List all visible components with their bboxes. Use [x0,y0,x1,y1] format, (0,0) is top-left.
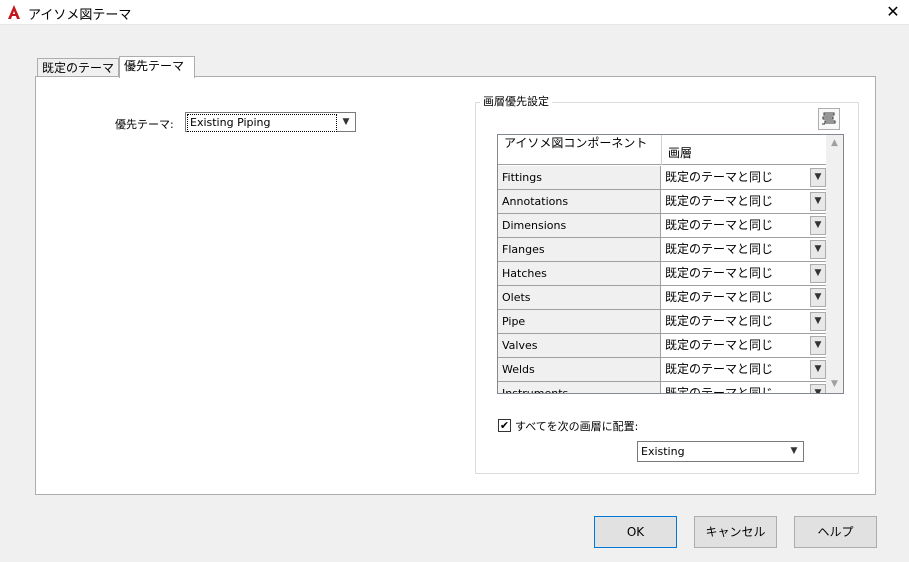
table-rows: Fittings 既定のテーマと同じ ▼ Annotations 既定のテーマと同… [498,166,828,394]
row-layer-value: 既定のテーマと同じ [665,338,774,352]
table-row: Dimensions 既定のテーマと同じ ▼ [498,214,828,238]
row-layer-value: 既定のテーマと同じ [665,194,774,208]
layer-override-group-title: 画層優先設定 [480,93,552,109]
close-button[interactable]: ✕ [877,0,909,25]
table-row: Annotations 既定のテーマと同じ ▼ [498,190,828,214]
override-theme-value: Existing Piping [187,114,337,132]
chevron-down-icon: ▼ [342,117,350,127]
place-all-layer-select[interactable]: Existing ▼ [637,441,804,462]
table-row: Welds 既定のテーマと同じ ▼ [498,358,828,382]
column-header-layer[interactable]: 画層 [668,144,692,161]
chevron-down-icon: ▼ [790,446,798,456]
help-button[interactable]: ヘルプ [794,516,877,548]
override-theme-label: 優先テーマ: [115,118,174,131]
ok-button[interactable]: OK [594,516,677,548]
row-layer-select[interactable]: 既定のテーマと同じ ▼ [662,334,828,357]
row-component: Dimensions [498,214,661,237]
row-layer-select[interactable]: 既定のテーマと同じ ▼ [662,214,828,237]
row-layer-value: 既定のテーマと同じ [665,266,774,280]
chevron-down-icon[interactable]: ▼ [810,216,826,235]
row-layer-select[interactable]: 既定のテーマと同じ ▼ [662,310,828,333]
tab-panel: 優先テーマ: Existing Piping ▼ 画層優先設定 アイソメ図コンポ… [35,76,876,495]
tab-override-theme[interactable]: 優先テーマ [119,56,195,78]
chevron-down-icon[interactable]: ▼ [810,240,826,259]
table-row: Pipe 既定のテーマと同じ ▼ [498,310,828,334]
row-layer-select[interactable]: 既定のテーマと同じ ▼ [662,286,828,309]
row-component: Olets [498,286,661,309]
row-component: Valves [498,334,661,357]
table-row: Olets 既定のテーマと同じ ▼ [498,286,828,310]
row-component: Instruments [498,382,661,393]
layer-override-table: アイソメ図コンポーネント 画層 Fittings 既定のテーマと同じ ▼ Anno… [497,134,844,394]
table-header: アイソメ図コンポーネント 画層 [498,135,828,165]
autocad-logo-icon [8,5,20,19]
table-row: Hatches 既定のテーマと同じ ▼ [498,262,828,286]
table-row: Instruments 既定のテーマと同じ ▼ [498,382,828,394]
place-all-label: すべてを次の画層に配置: [515,420,639,433]
override-theme-select[interactable]: Existing Piping ▼ [185,112,356,132]
row-layer-value: 既定のテーマと同じ [665,170,774,184]
scroll-down-icon[interactable]: ▼ [826,376,843,393]
place-all-layer-value: Existing [641,445,685,458]
row-layer-select[interactable]: 既定のテーマと同じ ▼ [662,262,828,285]
chevron-down-icon[interactable]: ▼ [810,192,826,211]
chevron-down-icon[interactable]: ▼ [810,264,826,283]
chevron-down-icon[interactable]: ▼ [810,384,826,393]
row-component: Flanges [498,238,661,261]
layer-stack-icon [822,112,836,125]
row-layer-value: 既定のテーマと同じ [665,218,774,232]
row-layer-value: 既定のテーマと同じ [665,386,774,394]
row-layer-select[interactable]: 既定のテーマと同じ ▼ [662,358,828,381]
row-layer-value: 既定のテーマと同じ [665,314,774,328]
row-layer-select[interactable]: 既定のテーマと同じ ▼ [662,382,828,394]
column-header-component[interactable]: アイソメ図コンポーネント [504,137,659,150]
chevron-down-icon[interactable]: ▼ [810,312,826,331]
cancel-button[interactable]: キャンセル [694,516,777,548]
row-layer-value: 既定のテーマと同じ [665,290,774,304]
chevron-down-icon[interactable]: ▼ [810,288,826,307]
title-bar: アイソメ図テーマ ✕ [0,0,909,25]
row-component: Welds [498,358,661,381]
row-layer-value: 既定のテーマと同じ [665,242,774,256]
chevron-down-icon[interactable]: ▼ [810,336,826,355]
row-component: Hatches [498,262,661,285]
row-component: Annotations [498,190,661,213]
row-component: Fittings [498,166,661,189]
chevron-down-icon[interactable]: ▼ [810,360,826,379]
layer-properties-button[interactable] [818,108,840,130]
table-row: Fittings 既定のテーマと同じ ▼ [498,166,828,190]
scroll-up-icon[interactable]: ▲ [826,135,843,152]
row-layer-select[interactable]: 既定のテーマと同じ ▼ [662,190,828,213]
row-component: Pipe [498,310,661,333]
place-all-checkbox[interactable]: ✔ [498,419,511,432]
row-layer-select[interactable]: 既定のテーマと同じ ▼ [662,238,828,261]
window-title: アイソメ図テーマ [28,8,132,23]
table-row: Valves 既定のテーマと同じ ▼ [498,334,828,358]
table-row: Flanges 既定のテーマと同じ ▼ [498,238,828,262]
row-layer-select[interactable]: 既定のテーマと同じ ▼ [662,166,828,189]
tab-default-theme[interactable]: 既定のテーマ [37,58,119,77]
row-layer-value: 既定のテーマと同じ [665,362,774,376]
chevron-down-icon[interactable]: ▼ [810,168,826,187]
table-scrollbar[interactable]: ▲ ▼ [826,135,843,393]
column-divider[interactable] [661,135,662,165]
